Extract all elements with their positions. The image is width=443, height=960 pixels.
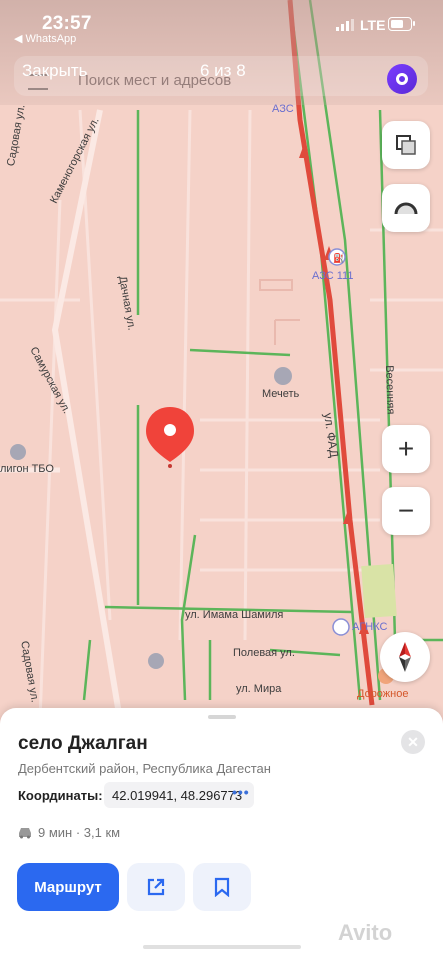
map-label-street: ул. Мира (236, 683, 282, 695)
map-label-street: Весенняя (383, 365, 397, 415)
battery-icon (388, 17, 412, 31)
share-icon (147, 878, 165, 896)
car-icon (19, 828, 31, 839)
route-info: 9 мин · 3,1 км (38, 825, 121, 840)
map-label-poi: АЗС 111 (312, 270, 354, 282)
map-label-street: ул. Имама Шамиля (185, 609, 284, 621)
compass-icon (399, 642, 411, 672)
map-view[interactable]: ⛽ АЗС Садовая ул. Каменогорская ул. Дачн… (0, 0, 443, 715)
network-type: LTE (360, 17, 386, 33)
map-label-poi: Мечеть (262, 388, 300, 400)
bookmark-icon (214, 877, 230, 897)
avito-watermark: Avito (338, 920, 393, 945)
zoom-in-button[interactable]: + (382, 425, 430, 473)
close-button[interactable]: Закрыть (22, 61, 87, 81)
photo-viewer-header: Закрыть 6 из 8 (0, 44, 443, 104)
coords-value[interactable]: 42.019941, 48.296773 (112, 788, 242, 803)
compass-button[interactable] (380, 632, 430, 682)
coords-label: Координаты: (18, 788, 103, 803)
map-label-street: Полевая ул. (233, 647, 295, 659)
drag-handle[interactable] (208, 715, 236, 719)
home-indicator[interactable] (143, 945, 301, 949)
svg-text:⛽: ⛽ (333, 252, 344, 264)
coords-more-button[interactable]: ••• (232, 784, 250, 800)
layers-button[interactable] (382, 121, 430, 169)
route-layer-button[interactable] (382, 184, 430, 232)
place-title: село Джалган (18, 733, 148, 754)
zoom-out-button[interactable]: − (382, 487, 430, 535)
close-card-button[interactable]: ✕ (401, 730, 425, 754)
route-button[interactable]: Маршрут (17, 863, 119, 911)
map-label-poi: лигон ТБО (0, 463, 54, 475)
share-button[interactable] (127, 863, 185, 911)
map-label-poi: Дорожное (357, 688, 409, 700)
bookmark-button[interactable] (193, 863, 251, 911)
battery-tip (413, 21, 415, 26)
speedometer-icon (394, 202, 418, 215)
layers-icon (396, 135, 416, 155)
status-bar: 23:57 ◀ WhatsApp LTE (0, 0, 443, 45)
map-canvas: ⛽ (0, 0, 443, 715)
place-subtitle: Дербентский район, Республика Дагестан (18, 761, 271, 776)
signal-icon (336, 19, 354, 31)
photo-counter: 6 из 8 (200, 61, 246, 80)
close-icon: ✕ (407, 733, 419, 750)
